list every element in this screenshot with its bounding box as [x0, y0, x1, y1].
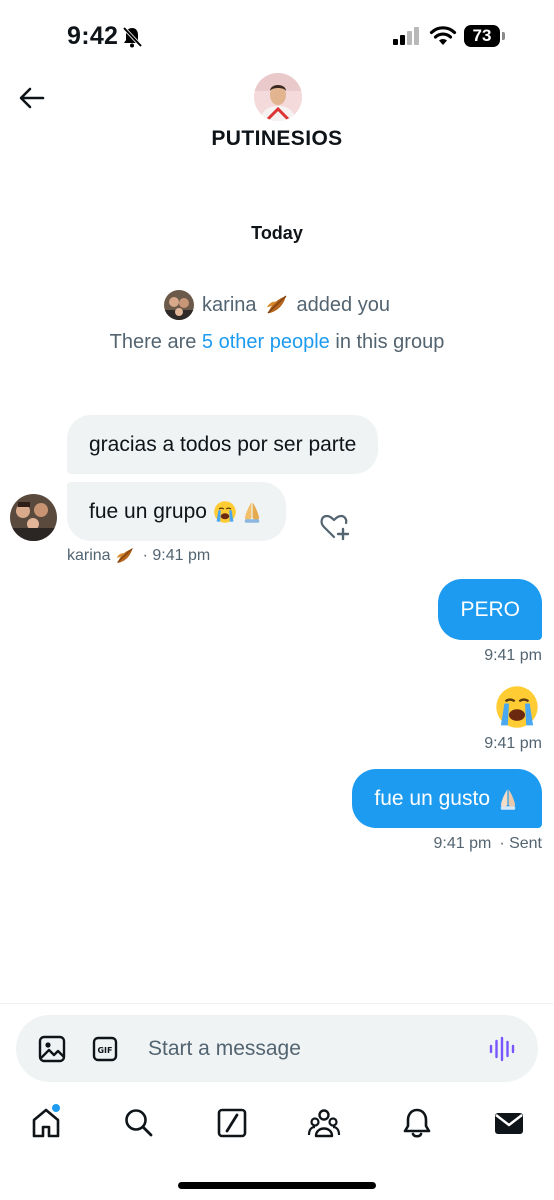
folded-hands-icon [240, 500, 264, 524]
added-notice: karina added you [0, 290, 554, 320]
add-reaction-button[interactable] [319, 512, 351, 542]
leaf-emoji-icon [265, 293, 289, 317]
leaf-emoji-icon [115, 546, 135, 566]
message-composer: GIF [16, 1015, 538, 1082]
messages-icon[interactable] [492, 1106, 526, 1140]
group-name[interactable]: PUTINESIOS [0, 127, 554, 151]
home-notification-dot [52, 1104, 60, 1112]
wifi-icon [429, 26, 457, 45]
voice-message-icon[interactable] [488, 1035, 516, 1063]
battery-level: 73 [464, 25, 500, 47]
message-bubble-outgoing[interactable]: fue un gusto [352, 769, 542, 828]
members-suffix: in this group [335, 331, 445, 353]
battery-icon: 73 [464, 25, 506, 47]
grok-icon[interactable] [215, 1106, 249, 1140]
message-meta: karina · 9:41 pm [67, 546, 210, 566]
date-separator: Today [251, 223, 303, 243]
home-indicator[interactable] [178, 1182, 376, 1189]
members-notice: There are 5 other people in this group [0, 331, 554, 354]
message-time: 9:41 pm [484, 735, 542, 752]
message-text: gracias a todos por ser parte [89, 432, 357, 456]
svg-text:GIF: GIF [97, 1046, 112, 1055]
message-bubble-outgoing[interactable]: PERO [438, 579, 542, 640]
sender-name[interactable]: karina [67, 547, 111, 565]
message-text: PERO [460, 597, 520, 621]
actor-avatar [164, 290, 195, 320]
status-time: 9:42 [67, 22, 119, 50]
notifications-icon[interactable] [400, 1106, 434, 1140]
actor-name[interactable]: karina [202, 294, 256, 317]
added-action: added you [296, 293, 390, 316]
loudly-crying-face-icon[interactable] [494, 684, 540, 730]
other-people-link[interactable]: 5 other people [202, 331, 330, 353]
group-avatar-image [254, 73, 302, 121]
message-time: · 9:41 pm [142, 547, 211, 564]
communities-icon[interactable] [307, 1106, 341, 1140]
members-prefix: There are [109, 331, 197, 353]
folded-hands-icon [496, 787, 520, 811]
arrow-left-icon [19, 87, 45, 109]
message-text: fue un grupo [89, 499, 207, 523]
sender-avatar[interactable] [10, 494, 57, 541]
search-icon[interactable] [122, 1106, 156, 1140]
cellular-signal-icon [393, 27, 419, 45]
bell-muted-icon [122, 26, 142, 48]
gif-icon[interactable]: GIF [92, 1036, 118, 1062]
bottom-nav [0, 1096, 554, 1156]
image-icon[interactable] [38, 1035, 66, 1063]
group-avatar[interactable] [254, 73, 302, 121]
loudly-crying-face-icon [213, 500, 237, 524]
composer-divider [0, 1003, 554, 1004]
message-meta: 9:41 pm · Sent [434, 835, 543, 853]
back-button[interactable] [14, 80, 50, 116]
message-bubble-incoming[interactable]: fue un grupo [67, 482, 286, 541]
message-input[interactable] [148, 1029, 468, 1069]
message-bubble-incoming[interactable]: gracias a todos por ser parte [67, 415, 379, 474]
heart-plus-icon [320, 514, 350, 541]
message-time: 9:41 pm [484, 647, 542, 664]
status-bar: 9:42 73 [0, 0, 554, 70]
message-time: 9:41 pm [433, 835, 492, 852]
message-status: · Sent [499, 835, 542, 852]
message-text: fue un gusto [374, 786, 490, 810]
